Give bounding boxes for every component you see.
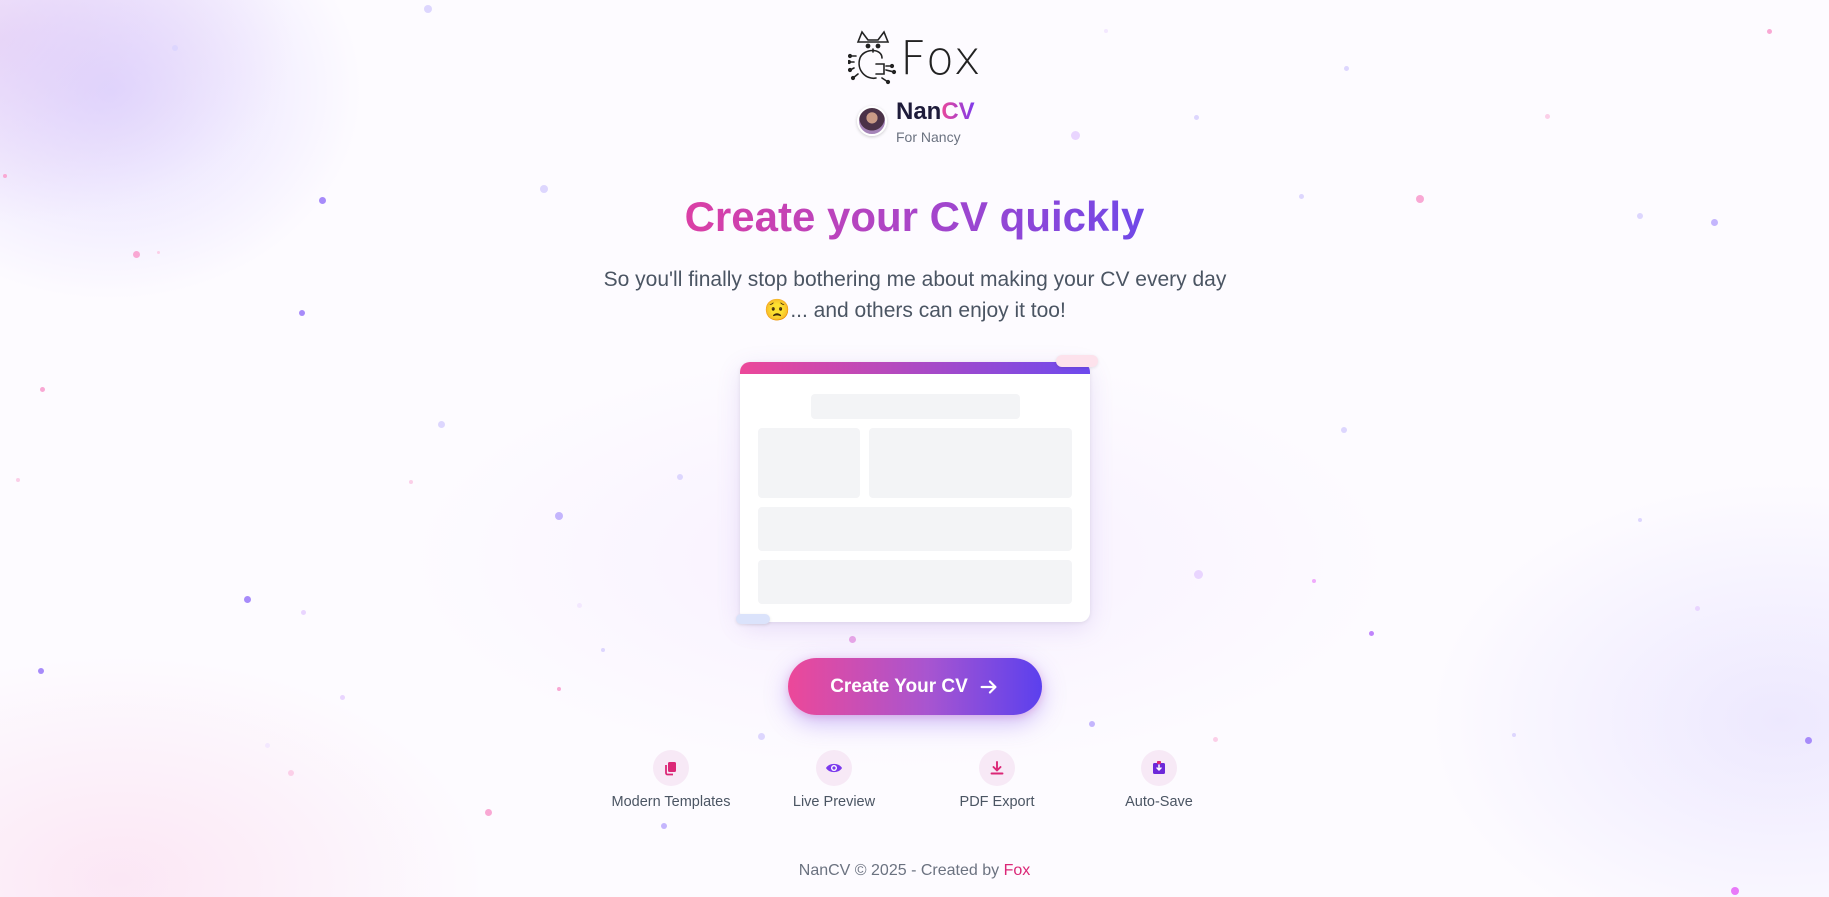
feature-label: Modern Templates <box>611 794 731 810</box>
feature-label: Auto-Save <box>1125 794 1193 810</box>
particle-dot <box>1089 721 1095 727</box>
logo-text: Fox <box>900 31 982 85</box>
feature-live-preview: Live Preview <box>754 750 914 810</box>
particle-dot <box>172 45 178 51</box>
particle-dot <box>576 602 582 608</box>
particle-dot <box>264 742 270 748</box>
particle-dot <box>299 310 305 316</box>
particle-dot <box>409 480 413 484</box>
particle-dot <box>540 185 548 193</box>
particle-dot <box>1312 579 1316 583</box>
cv-preview-header-bar <box>740 362 1090 374</box>
brand-name: NanCV <box>896 98 975 126</box>
eye-icon <box>816 750 852 786</box>
particle-dot <box>156 250 160 254</box>
cv-preview-photo-block <box>758 428 860 498</box>
particle-dot <box>1104 29 1108 33</box>
cv-preview-title-block <box>811 394 1020 419</box>
fox-logo: Fox <box>848 30 984 86</box>
particle-dot <box>1694 605 1700 611</box>
particle-dot <box>437 420 445 428</box>
footer-text: NanCV © 2025 - Created by <box>798 862 1000 879</box>
particle-dot <box>39 386 45 392</box>
particle-dot <box>300 609 306 615</box>
hero-subtitle: So you'll finally stop bothering me abou… <box>603 268 1227 322</box>
particle-dot <box>1193 114 1199 120</box>
particle-dot <box>661 823 667 829</box>
particle-dot <box>1193 569 1203 579</box>
particle-dot <box>1070 130 1080 140</box>
footer: NanCV © 2025 - Created by Fox <box>0 862 1829 880</box>
particle-dot <box>1343 65 1349 71</box>
cv-preview-section-block <box>758 560 1072 604</box>
cv-preview-section-block <box>758 507 1072 551</box>
particle-dot <box>555 512 563 520</box>
brand-name-prefix: Nan <box>896 98 942 125</box>
particle-dot <box>1731 887 1739 895</box>
particle-dot <box>557 687 561 691</box>
particle-dot <box>3 174 7 178</box>
footer-fox-link[interactable]: Fox <box>1004 862 1031 879</box>
particle-dot <box>484 808 492 816</box>
particle-dot <box>1766 28 1772 34</box>
particle-dot <box>1341 427 1347 433</box>
create-cv-button-label: Create Your CV <box>830 675 968 697</box>
particle-dot <box>339 694 345 700</box>
create-cv-button[interactable]: Create Your CV <box>788 658 1042 715</box>
arrow-right-icon <box>980 679 997 694</box>
particle-dot <box>757 732 765 740</box>
particle-dot <box>1638 518 1642 522</box>
particle-dot <box>848 635 856 643</box>
save-icon <box>1141 750 1177 786</box>
particle-dot <box>424 5 432 13</box>
particle-dot <box>38 668 44 674</box>
brand-name-suffix: CV <box>941 98 975 125</box>
particle-dot <box>243 595 251 603</box>
page-title: Create your CV quickly <box>0 193 1829 241</box>
page-title-text: Create your CV quickly <box>684 193 1145 240</box>
particle-dot <box>288 770 294 776</box>
fox-circuit-icon <box>848 30 897 85</box>
decor-tag-pink <box>1056 355 1098 367</box>
cv-preview-info-block <box>869 428 1072 498</box>
decor-tag-blue <box>736 614 770 624</box>
cv-preview-illustration <box>740 362 1090 622</box>
particle-dot <box>16 478 20 482</box>
particle-dot <box>677 474 683 480</box>
particle-dot <box>1804 736 1812 744</box>
avatar <box>857 106 887 136</box>
copy-icon <box>653 750 689 786</box>
feature-modern-templates: Modern Templates <box>591 750 751 810</box>
particle-dot <box>1368 630 1374 636</box>
particle-dot <box>132 250 140 258</box>
particle-dot <box>1212 736 1218 742</box>
feature-auto-save: Auto-Save <box>1079 750 1239 810</box>
download-icon <box>979 750 1015 786</box>
feature-label: PDF Export <box>959 794 1035 810</box>
particle-dot <box>1512 733 1516 737</box>
particle-dot <box>601 648 605 652</box>
particle-dot <box>1544 113 1550 119</box>
brand-subtitle: For Nancy <box>896 129 961 145</box>
feature-pdf-export: PDF Export <box>917 750 1077 810</box>
feature-label: Live Preview <box>792 794 876 810</box>
